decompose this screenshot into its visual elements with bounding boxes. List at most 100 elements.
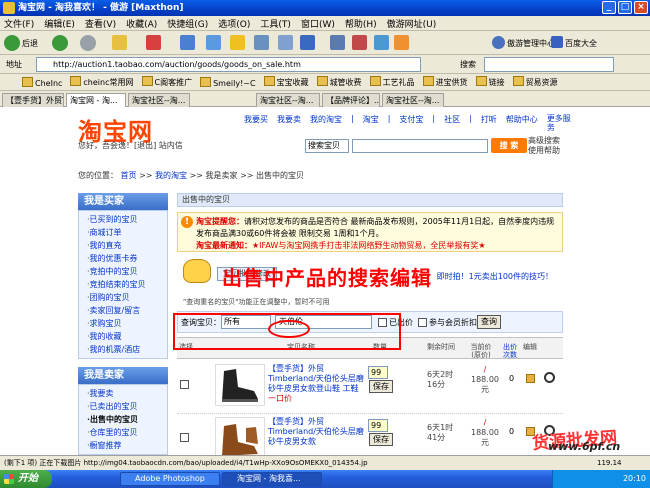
- home-icon[interactable]: [112, 35, 127, 50]
- product-title[interactable]: 【壹手货】外贸Timberland/天伯伦头层磨砂牛皮男女款登山鞋 工鞋 一口价: [268, 364, 364, 404]
- menu-options[interactable]: 选项(O): [218, 17, 250, 30]
- product-title-text[interactable]: 【壹手货】外贸Timberland/天伯伦头层磨砂牛皮男女款: [268, 417, 364, 446]
- address-input[interactable]: http://auction1.taobao.com/auction/goods…: [36, 57, 421, 72]
- rss-icon[interactable]: [394, 35, 409, 50]
- product-image[interactable]: [215, 417, 265, 455]
- edit-icon[interactable]: [526, 374, 535, 383]
- layout-icon[interactable]: [278, 35, 293, 50]
- new-tab-icon[interactable]: [180, 35, 195, 50]
- sidebar-item[interactable]: 竞拍中的宝贝: [79, 265, 167, 278]
- menu-favorites[interactable]: 收藏(A): [126, 17, 157, 30]
- sidebar-item[interactable]: 我的直充: [79, 239, 167, 252]
- tool-icon[interactable]: [352, 35, 367, 50]
- promo-link[interactable]: 即时拍！1元卖出100件的技巧！: [437, 271, 553, 282]
- baidu-label[interactable]: 百度大全: [565, 38, 597, 49]
- link-item[interactable]: Smeily!~C: [200, 77, 255, 88]
- advanced-search-link[interactable]: 高级搜索 使用帮助: [528, 136, 568, 156]
- minimize-button[interactable]: _: [602, 1, 616, 14]
- favorites-star-icon[interactable]: [230, 35, 245, 50]
- site-search-input[interactable]: [352, 138, 488, 153]
- nav-help[interactable]: 帮助中心: [506, 114, 538, 132]
- sidebar-item-selected[interactable]: 出售中的宝贝: [79, 413, 167, 426]
- screen-icon[interactable]: [374, 35, 389, 50]
- sidebar-item[interactable]: 橱窗推荐: [79, 439, 167, 452]
- menu-maxthon-sites[interactable]: 傲游网址(U): [387, 17, 437, 30]
- row-checkbox[interactable]: [180, 380, 189, 389]
- window-icon[interactable]: [206, 35, 221, 50]
- sidebar-item[interactable]: 仓库里的宝贝: [79, 426, 167, 439]
- forward-icon[interactable]: [52, 35, 68, 51]
- menu-edit[interactable]: 编辑(E): [44, 17, 75, 30]
- sidebar-item[interactable]: 求购宝贝: [79, 317, 167, 330]
- column-header[interactable]: 出价次数: [501, 343, 519, 359]
- nav-taobao[interactable]: 淘宝: [363, 114, 379, 132]
- sidebar-item[interactable]: 我的机票/酒店: [79, 343, 167, 356]
- mgr-icon[interactable]: [492, 36, 505, 49]
- task-browser[interactable]: 淘宝网 - 淘我喜...: [222, 472, 322, 486]
- tab-item[interactable]: 淘宝社区--淘...: [128, 93, 190, 107]
- nav-more[interactable]: 更多服务: [547, 114, 573, 132]
- clock[interactable]: 20:10: [623, 474, 646, 483]
- discount-checkbox[interactable]: [418, 318, 427, 327]
- nav-my-taobao[interactable]: 我的淘宝: [310, 114, 342, 132]
- mgr-label[interactable]: 傲游管理中心: [507, 38, 555, 49]
- sidebar-item[interactable]: 已买到的宝贝: [79, 213, 167, 226]
- row-checkbox[interactable]: [180, 433, 189, 442]
- sidebar-item[interactable]: 我要卖: [79, 387, 167, 400]
- link-item[interactable]: 链接: [476, 76, 505, 88]
- query-button[interactable]: 查询: [477, 315, 501, 329]
- sidebar-item[interactable]: 团购的宝贝: [79, 291, 167, 304]
- nav-sell[interactable]: 我要卖: [277, 114, 301, 132]
- menu-file[interactable]: 文件(F): [4, 17, 34, 30]
- tab-item[interactable]: 【品牌评论】...: [322, 93, 380, 107]
- tab-item-active[interactable]: 淘宝网 - 淘...: [66, 93, 126, 107]
- save-button[interactable]: 保存: [369, 380, 393, 393]
- buyer-section-title[interactable]: 我是买家: [78, 193, 168, 210]
- link-item[interactable]: 城管收费: [317, 76, 362, 88]
- sidebar-item[interactable]: 竞拍结束的宝贝: [79, 278, 167, 291]
- search-scope-select[interactable]: 搜索宝贝: [305, 138, 349, 153]
- site-search-button[interactable]: 搜 索: [491, 138, 527, 153]
- menu-window[interactable]: 窗口(W): [301, 17, 335, 30]
- zoom-level[interactable]: 119.14: [597, 456, 622, 470]
- sidebar-item[interactable]: 我的优惠卡券: [79, 252, 167, 265]
- notice-text[interactable]: ★IFAW与淘宝网携手打击非法网络野生动物贸易，全民举报有奖★: [252, 241, 486, 250]
- link-item[interactable]: 工艺礼品: [370, 76, 415, 88]
- nav-alipay[interactable]: 支付宝: [399, 114, 423, 132]
- link-item[interactable]: CheInc: [22, 77, 62, 88]
- start-button[interactable]: 开始: [0, 470, 52, 488]
- maximize-button[interactable]: □: [618, 1, 632, 14]
- view-icon[interactable]: [544, 372, 555, 383]
- menu-tools[interactable]: 工具(T): [260, 17, 291, 30]
- seller-section-title[interactable]: 我是卖家: [78, 367, 168, 384]
- refresh-icon[interactable]: [80, 35, 96, 51]
- quantity-input[interactable]: 99: [368, 419, 388, 432]
- baidu-icon[interactable]: [551, 36, 563, 48]
- grid-icon[interactable]: [330, 35, 345, 50]
- menu-view[interactable]: 查看(V): [85, 17, 116, 30]
- product-title[interactable]: 【壹手货】外贸Timberland/天伯伦头层磨砂牛皮男女款: [268, 417, 364, 447]
- tab-item[interactable]: 淘宝社区--淘...: [256, 93, 320, 107]
- link-item[interactable]: 宝宝收藏: [264, 76, 309, 88]
- history-icon[interactable]: [254, 35, 269, 50]
- save-button[interactable]: 保存: [369, 433, 393, 446]
- browser-search-input[interactable]: [484, 57, 614, 72]
- undo-icon[interactable]: [300, 35, 315, 50]
- breadcrumb-home[interactable]: 首页: [121, 171, 137, 180]
- nav-ask[interactable]: 打听: [481, 114, 497, 132]
- product-image[interactable]: [215, 364, 265, 406]
- menu-help[interactable]: 帮助(H): [345, 17, 377, 30]
- menu-groups[interactable]: 快捷组(G): [167, 17, 208, 30]
- quantity-input[interactable]: 99: [368, 366, 388, 379]
- nav-community[interactable]: 社区: [444, 114, 460, 132]
- link-item[interactable]: 进宝供货: [423, 76, 468, 88]
- sidebar-item[interactable]: 已卖出的宝贝: [79, 400, 167, 413]
- link-item[interactable]: C阁客推广: [142, 76, 193, 88]
- task-photoshop[interactable]: Adobe Photoshop: [120, 472, 220, 486]
- sidebar-item[interactable]: 商城订单: [79, 226, 167, 239]
- link-item[interactable]: cheinc常用网: [70, 76, 133, 88]
- sidebar-item[interactable]: 我的收藏: [79, 330, 167, 343]
- back-icon[interactable]: [4, 35, 20, 51]
- link-item[interactable]: 贸易资源: [513, 76, 558, 88]
- breadcrumb-my-taobao[interactable]: 我的淘宝: [155, 171, 187, 180]
